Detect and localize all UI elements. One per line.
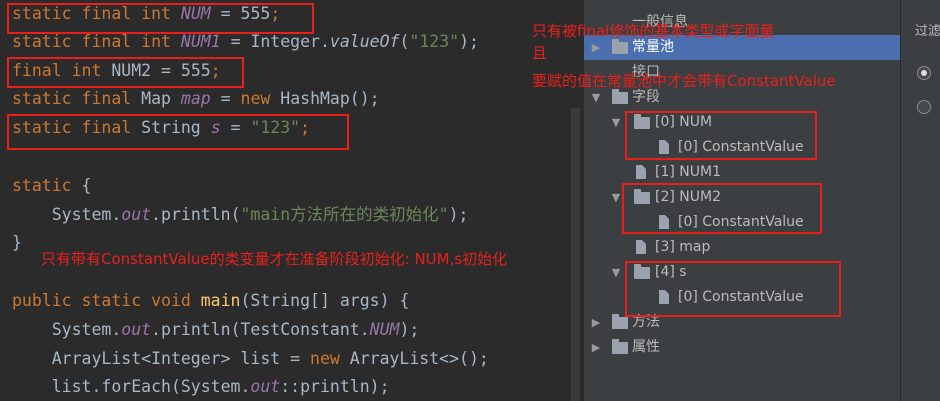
folder-icon [612,89,628,104]
code-token: .println(TestConstant. [151,320,370,339]
code-token: "main方法所在的类初始化" [240,205,449,224]
code-token: static final int [12,32,181,51]
code-token: ArrayList<>(); [349,349,489,368]
chevron-down-icon[interactable]: ▼ [610,185,622,210]
class-structure-tree[interactable]: 一般信息 ▶ 常量池 接口 ▼ 字段 ▼ [0] NUM [0] ConstantValue [1… [584,0,900,401]
code-editor[interactable]: static final int NUM = 555; static final … [0,0,584,401]
code-token: ::println); [280,377,390,396]
filter-radio-2[interactable] [917,100,931,114]
code-token: } [12,233,22,252]
filter-panel: 过滤 [900,0,940,401]
code-token: ); [399,320,420,339]
highlight-s [7,114,349,150]
code-line[interactable]: ArrayList<Integer> list = new ArrayList<… [12,347,489,371]
tree-node-label: 属性 [632,339,660,355]
code-token: ArrayList<Integer> list = [12,349,311,368]
code-token: Map [141,89,181,108]
chevron-right-icon[interactable]: ▶ [590,335,602,360]
code-token: static [12,176,82,195]
code-line[interactable]: static final Map map = new HashMap(); [12,87,380,111]
annotation-top-line2: 且 [532,44,548,62]
code-line[interactable]: static { [12,174,91,198]
code-token: NUM1 [180,32,221,51]
highlight-num [7,3,314,34]
code-token: System. [12,320,122,339]
code-token: NUM [369,320,400,339]
code-token: static final [12,89,142,108]
code-token: .println( [151,205,241,224]
code-token: { [81,176,92,195]
radio-selected-dot [921,70,927,76]
code-token: public static void [12,291,201,310]
chevron-right-icon[interactable]: ▶ [590,310,602,335]
annotation-top-line3: 要赋的值在常量池中才会带有ConstantValue [532,72,836,90]
code-token: = [210,89,241,108]
filter-title: 过滤 [915,24,940,39]
code-token: System. [12,205,122,224]
code-token: valueOf [329,32,400,51]
code-token: new [310,349,350,368]
code-token: (String[] args) { [240,291,410,310]
file-icon [636,165,646,179]
annotation-top-line1: 只有被final修饰的基本类型或字面量 [532,22,775,40]
code-token: out [250,377,281,396]
filter-radio-1[interactable] [917,66,931,80]
code-token: "123" [409,32,460,51]
code-token: HashMap(); [280,89,380,108]
code-token: out [121,205,152,224]
code-line[interactable]: System.out.println("main方法所在的类初始化"); [12,203,469,227]
code-token: ( [399,32,410,51]
code-token: ); [459,32,479,51]
highlight-tree-s [625,261,841,317]
tree-node[interactable]: [3] map [584,235,900,260]
code-token: new [240,89,281,108]
code-line[interactable]: list.forEach(System.out::println); [12,375,390,399]
code-line[interactable]: System.out.println(TestConstant.NUM); [12,318,420,342]
editor-scrollbar[interactable] [571,108,580,401]
tree-node[interactable]: [1] NUM1 [584,160,900,185]
code-token: main [200,291,241,310]
tree-node-label: [3] map [655,239,711,255]
chevron-down-icon[interactable]: ▼ [610,110,622,135]
code-token: = Integer. [220,32,330,51]
code-token: out [121,320,152,339]
highlight-tree-num [625,111,817,160]
folder-icon [612,39,628,54]
chevron-down-icon[interactable]: ▼ [610,260,622,285]
tree-node[interactable]: ▶ 属性 [584,335,900,360]
highlight-tree-num2 [622,183,822,234]
code-line[interactable]: } [12,231,22,255]
annotation-middle: 只有带有ConstantValue的类变量才在准备阶段初始化: NUM,s初始化 [41,250,508,268]
code-token: ); [448,205,469,224]
code-token: list.forEach(System. [12,377,251,396]
file-icon [636,240,646,254]
folder-icon [612,314,628,329]
highlight-num2 [7,57,244,88]
folder-icon [612,339,628,354]
code-line[interactable]: public static void main(String[] args) { [12,289,409,313]
tree-node-label: [1] NUM1 [655,164,721,180]
code-token: map [180,89,211,108]
